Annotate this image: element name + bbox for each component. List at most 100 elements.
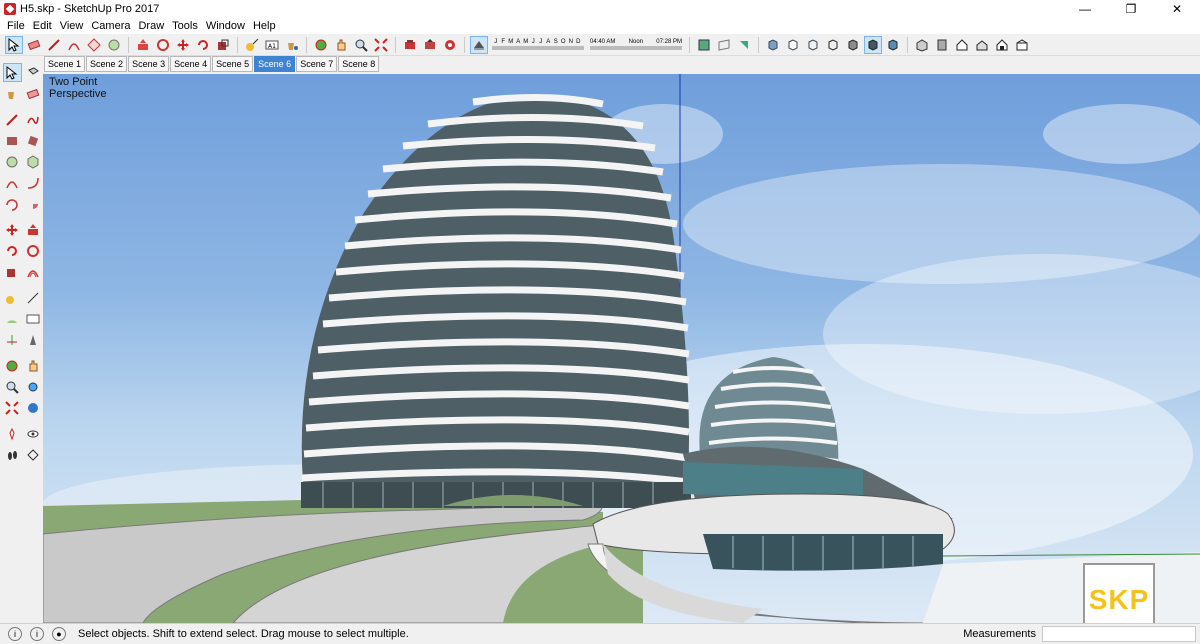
front-view-icon[interactable] xyxy=(953,36,971,54)
rotate-tool-icon[interactable] xyxy=(3,241,22,260)
circle-icon[interactable] xyxy=(105,36,123,54)
push-pull-icon[interactable] xyxy=(134,36,152,54)
zoom-icon[interactable] xyxy=(352,36,370,54)
iso-view-icon[interactable] xyxy=(913,36,931,54)
hidden-line-style-icon[interactable] xyxy=(824,36,842,54)
section-plane-icon[interactable] xyxy=(695,36,713,54)
section-display-icon[interactable] xyxy=(715,36,733,54)
geo-location-icon[interactable]: i xyxy=(8,627,22,641)
pan-tool-icon[interactable] xyxy=(24,356,43,375)
circle-tool-icon[interactable] xyxy=(3,152,22,171)
shaded-textures-style-icon[interactable] xyxy=(864,35,882,54)
zoom-window-icon[interactable] xyxy=(24,377,43,396)
two-point-arc-icon[interactable] xyxy=(24,173,43,192)
share-model-icon[interactable] xyxy=(421,36,439,54)
make-component-icon[interactable] xyxy=(24,63,42,82)
axes-icon[interactable] xyxy=(3,330,22,349)
minimize-button[interactable]: — xyxy=(1062,0,1108,18)
extension-warehouse-icon[interactable] xyxy=(441,36,459,54)
protractor-icon[interactable] xyxy=(3,309,22,328)
three-point-arc-icon[interactable] xyxy=(3,194,22,213)
tab-scene-3[interactable]: Scene 3 xyxy=(128,56,170,72)
monochrome-style-icon[interactable] xyxy=(884,36,902,54)
3d-text-icon[interactable] xyxy=(24,330,43,349)
select-tool-icon[interactable] xyxy=(3,63,22,82)
orbit-tool-icon[interactable] xyxy=(3,356,22,375)
move-icon[interactable] xyxy=(174,36,192,54)
tab-scene-2[interactable]: Scene 2 xyxy=(86,56,128,72)
right-view-icon[interactable] xyxy=(973,36,991,54)
scale-tool-icon[interactable] xyxy=(3,262,22,281)
follow-me-icon[interactable] xyxy=(154,36,172,54)
tab-scene-1[interactable]: Scene 1 xyxy=(44,56,86,72)
position-camera-icon[interactable] xyxy=(3,424,22,443)
pan-icon[interactable] xyxy=(332,36,350,54)
arc-tool-icon[interactable] xyxy=(3,173,22,192)
polygon-icon[interactable] xyxy=(24,152,43,171)
shadow-time-strip[interactable]: 04:40 AM Noon 07:28 PM xyxy=(590,39,682,50)
tab-scene-7[interactable]: Scene 7 xyxy=(296,56,338,72)
section-fill-icon[interactable] xyxy=(735,36,753,54)
freehand-icon[interactable] xyxy=(24,110,43,129)
menu-draw[interactable]: Draw xyxy=(134,18,168,34)
zoom-extents-tool-icon[interactable] xyxy=(3,398,22,417)
pencil-line-icon[interactable] xyxy=(45,36,63,54)
menu-edit[interactable]: Edit xyxy=(29,18,56,34)
zoom-extents-icon[interactable] xyxy=(372,36,390,54)
back-edges-style-icon[interactable] xyxy=(784,36,802,54)
zoom-tool-icon[interactable] xyxy=(3,377,22,396)
wireframe-style-icon[interactable] xyxy=(804,36,822,54)
menu-help[interactable]: Help xyxy=(249,18,280,34)
xray-style-icon[interactable] xyxy=(764,36,782,54)
shadows-toggle-icon[interactable] xyxy=(470,35,488,54)
measurements-input[interactable] xyxy=(1042,626,1196,642)
tab-scene-5[interactable]: Scene 5 xyxy=(212,56,254,72)
orbit-icon[interactable] xyxy=(312,36,330,54)
maximize-button[interactable]: ❐ xyxy=(1108,0,1154,18)
shadow-date-slider[interactable] xyxy=(492,46,584,50)
model-viewport[interactable]: Two Point Perspective xyxy=(43,74,1200,623)
section-plane-tool-icon[interactable] xyxy=(24,445,43,464)
shadow-settings-strip[interactable]: J F M A M J J A S O N D xyxy=(492,39,584,50)
pie-icon[interactable] xyxy=(24,194,43,213)
eraser-icon[interactable] xyxy=(24,84,43,103)
left-view-icon[interactable] xyxy=(1013,36,1031,54)
rotate-icon[interactable] xyxy=(194,36,212,54)
look-around-icon[interactable] xyxy=(24,424,43,443)
select-tool-icon[interactable] xyxy=(5,35,23,54)
eraser-icon[interactable] xyxy=(25,36,43,54)
tape-measure-tool-icon[interactable] xyxy=(3,288,22,307)
credits-icon[interactable]: i xyxy=(30,627,44,641)
back-view-icon[interactable] xyxy=(993,36,1011,54)
top-view-icon[interactable] xyxy=(933,36,951,54)
tab-scene-8[interactable]: Scene 8 xyxy=(338,56,380,72)
walk-icon[interactable] xyxy=(3,445,22,464)
scale-icon[interactable] xyxy=(214,36,232,54)
previous-view-icon[interactable] xyxy=(24,398,43,417)
menu-file[interactable]: File xyxy=(3,18,29,34)
tape-measure-icon[interactable] xyxy=(243,36,261,54)
shadow-time-slider[interactable] xyxy=(590,46,682,50)
push-pull-tool-icon[interactable] xyxy=(24,220,43,239)
user-icon[interactable]: ● xyxy=(52,627,66,641)
line-tool-icon[interactable] xyxy=(3,110,22,129)
text-icon[interactable]: A1 xyxy=(263,36,281,54)
move-tool-icon[interactable] xyxy=(3,220,22,239)
paint-bucket-icon[interactable] xyxy=(283,36,301,54)
menu-tools[interactable]: Tools xyxy=(168,18,202,34)
rotated-rectangle-icon[interactable] xyxy=(24,131,43,150)
rectangle-icon[interactable] xyxy=(3,131,22,150)
shaded-style-icon[interactable] xyxy=(844,36,862,54)
menu-window[interactable]: Window xyxy=(202,18,249,34)
paint-bucket-icon[interactable] xyxy=(3,84,22,103)
arc-icon[interactable] xyxy=(65,36,83,54)
3d-warehouse-icon[interactable] xyxy=(401,36,419,54)
text-tool-icon[interactable] xyxy=(24,309,43,328)
menu-camera[interactable]: Camera xyxy=(87,18,134,34)
dimension-icon[interactable] xyxy=(24,288,43,307)
close-button[interactable]: ✕ xyxy=(1154,0,1200,18)
tab-scene-6[interactable]: Scene 6 xyxy=(254,56,296,72)
menu-view[interactable]: View xyxy=(56,18,88,34)
offset-icon[interactable] xyxy=(24,262,43,281)
tab-scene-4[interactable]: Scene 4 xyxy=(170,56,212,72)
